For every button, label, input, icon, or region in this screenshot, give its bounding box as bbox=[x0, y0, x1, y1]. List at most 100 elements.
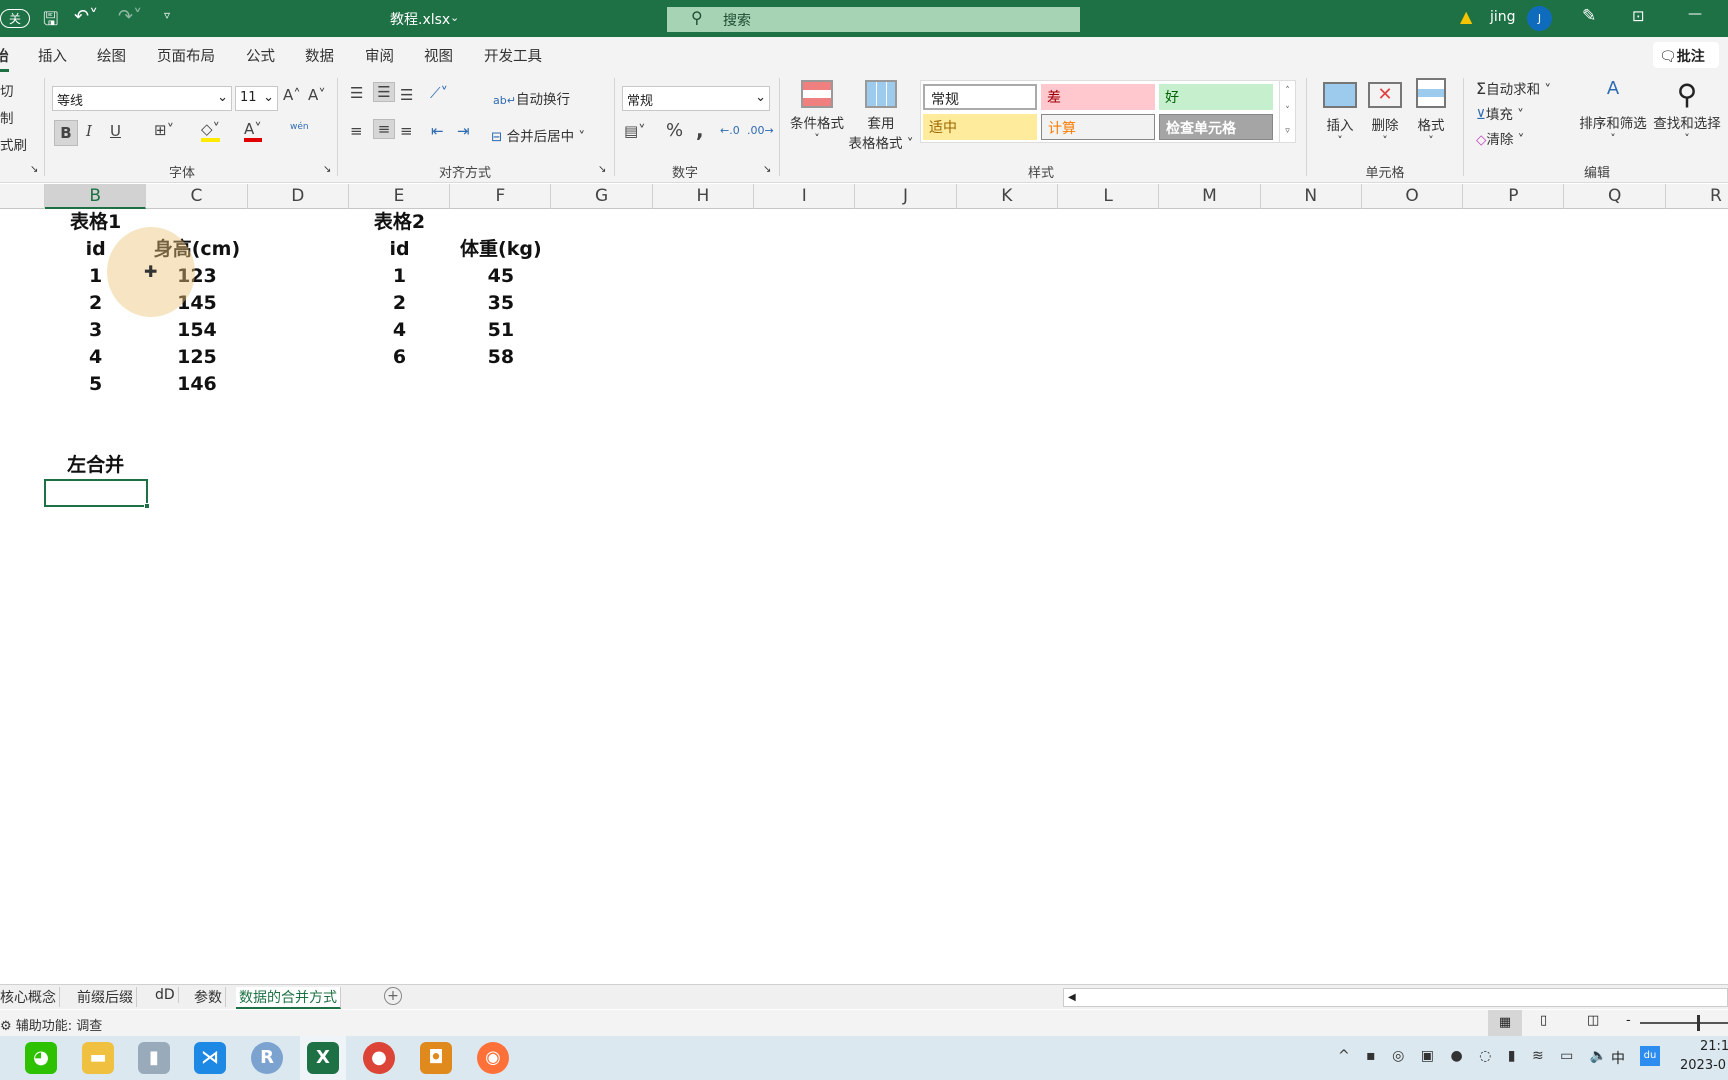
accessibility-status[interactable]: ⚙ 辅助功能: 调查 bbox=[0, 1015, 102, 1034]
cell-f5[interactable]: 51 bbox=[450, 317, 551, 344]
file-name[interactable]: 教程.xlsx bbox=[390, 9, 450, 29]
column-header-a[interactable]: A bbox=[0, 184, 45, 209]
column-header-i[interactable]: I bbox=[754, 184, 856, 209]
zoom-slider[interactable] bbox=[1640, 1015, 1728, 1031]
column-header-r[interactable]: R bbox=[1666, 184, 1728, 209]
orientation-icon[interactable]: ⟋˅ bbox=[430, 84, 448, 102]
cell-f2[interactable]: 体重(kg) bbox=[450, 236, 551, 263]
cell-b7[interactable]: 5 bbox=[45, 371, 146, 398]
phonetic-icon[interactable]: wén bbox=[290, 122, 309, 132]
column-header-e[interactable]: E bbox=[349, 184, 451, 209]
cell-b6[interactable]: 4 bbox=[45, 344, 146, 371]
autosave-toggle[interactable]: 关 bbox=[0, 9, 31, 28]
tab-view[interactable]: 视图 bbox=[424, 45, 453, 66]
column-header-o[interactable]: O bbox=[1362, 184, 1464, 209]
font-color-icon[interactable]: A˅ bbox=[244, 120, 262, 142]
column-header-m[interactable]: M bbox=[1159, 184, 1261, 209]
clock-time[interactable]: 21:1 bbox=[1700, 1039, 1728, 1054]
column-header-h[interactable]: H bbox=[653, 184, 755, 209]
cell-b5[interactable]: 3 bbox=[45, 317, 146, 344]
comments-button[interactable]: 🗨批注 bbox=[1653, 42, 1719, 68]
tab-review[interactable]: 审阅 bbox=[365, 45, 394, 66]
decrease-decimal-icon[interactable]: .00→ bbox=[747, 124, 774, 137]
cell-style-0[interactable]: 常规 bbox=[923, 84, 1037, 110]
zoom-out-icon[interactable]: - bbox=[1626, 1013, 1631, 1028]
page-break-view-icon[interactable]: ◫ bbox=[1587, 1013, 1599, 1028]
cell-style-2[interactable]: 好 bbox=[1159, 84, 1273, 110]
cell-f4[interactable]: 35 bbox=[450, 290, 551, 317]
fill-color-icon[interactable]: ◇˅ bbox=[201, 120, 221, 142]
insert-cells-button[interactable]: 插入 ˅ bbox=[1318, 82, 1362, 147]
cell-style-4[interactable]: 计算 bbox=[1041, 114, 1155, 140]
tab-insert[interactable]: 插入 bbox=[38, 45, 67, 66]
fill-button[interactable]: ⊻填充 ˅ bbox=[1476, 103, 1524, 123]
column-header-l[interactable]: L bbox=[1058, 184, 1160, 209]
ribbon-display-icon[interactable]: ⊡ bbox=[1632, 7, 1645, 25]
vscode-icon[interactable]: ⋊ bbox=[194, 1042, 226, 1074]
dialog-launcher-icon[interactable]: ↘ bbox=[30, 164, 38, 175]
firefox-icon[interactable]: ◉ bbox=[477, 1042, 509, 1074]
cut-button[interactable]: 切 bbox=[0, 80, 14, 100]
column-header-c[interactable]: C bbox=[146, 184, 248, 209]
bold-button[interactable]: B bbox=[54, 120, 78, 146]
avatar[interactable]: J bbox=[1527, 6, 1552, 31]
clear-button[interactable]: ◇清除 ˅ bbox=[1476, 128, 1524, 148]
app-icon[interactable]: ◘ bbox=[420, 1042, 452, 1074]
align-top-icon[interactable]: ☰ bbox=[350, 84, 363, 102]
dialog-launcher-icon[interactable]: ↘ bbox=[598, 164, 606, 175]
accounting-format-icon[interactable]: ▤˅ bbox=[624, 122, 646, 140]
file-explorer-icon[interactable]: ▬ bbox=[82, 1042, 114, 1074]
cell-style-1[interactable]: 差 bbox=[1041, 84, 1155, 110]
wechat-icon[interactable]: ◕ bbox=[25, 1042, 57, 1074]
cell-style-5[interactable]: 检查单元格 bbox=[1159, 114, 1273, 140]
cell-e6[interactable]: 6 bbox=[349, 344, 450, 371]
baidu-icon[interactable]: du bbox=[1640, 1046, 1660, 1066]
column-header-q[interactable]: Q bbox=[1565, 184, 1666, 209]
delete-cells-button[interactable]: ✕ 删除 ˅ bbox=[1363, 82, 1407, 147]
column-header-k[interactable]: K bbox=[957, 184, 1058, 209]
border-icon[interactable]: ⊞˅ bbox=[154, 121, 174, 139]
search-box[interactable]: ⚲ 搜索 bbox=[667, 7, 1080, 32]
format-as-table-button[interactable]: 套用 表格格式 ˅ bbox=[846, 80, 916, 152]
merge-center-button[interactable]: ⊟ 合并后居中 ˅ bbox=[491, 125, 585, 145]
decrease-indent-icon[interactable]: ⇤ bbox=[431, 122, 444, 140]
tab-page-layout[interactable]: 页面布局 bbox=[157, 45, 215, 66]
conditional-formatting-button[interactable]: 条件格式 ˅ bbox=[788, 80, 846, 145]
clock-date[interactable]: 2023-0 bbox=[1680, 1058, 1726, 1073]
column-header-g[interactable]: G bbox=[552, 184, 653, 209]
dialog-launcher-icon[interactable]: ↘ bbox=[323, 164, 331, 175]
sheet-tab[interactable]: dD bbox=[152, 987, 179, 1003]
user-name[interactable]: jing bbox=[1490, 9, 1516, 25]
tab-developer[interactable]: 开发工具 bbox=[484, 45, 542, 66]
scroll-left-icon[interactable]: ◀ bbox=[1064, 992, 1076, 1003]
worksheet-grid[interactable]: 表格1 表格2 id 身高(cm) id 体重(kg) 1 123 1 45 2 145 2 35 3 154… bbox=[0, 209, 1728, 984]
align-left-icon[interactable]: ≡ bbox=[350, 122, 363, 140]
comma-style-icon[interactable]: , bbox=[696, 118, 704, 142]
cell-e5[interactable]: 4 bbox=[349, 317, 450, 344]
tray-icons[interactable]: ^ ▪ ◎ ▣ ● ◌ ▮ ≋ ▭ 🔈 bbox=[1338, 1048, 1613, 1064]
underline-button[interactable]: U bbox=[110, 122, 121, 140]
align-middle-icon[interactable]: ☰ bbox=[373, 82, 395, 102]
ime-indicator[interactable]: 中 bbox=[1611, 1048, 1625, 1068]
cell-e1[interactable]: 表格2 bbox=[349, 209, 450, 236]
copy-button[interactable]: 制 bbox=[0, 107, 14, 127]
cell-e2[interactable]: id bbox=[349, 236, 450, 263]
customize-toolbar-icon[interactable]: ▿ bbox=[164, 8, 170, 22]
column-header-f[interactable]: F bbox=[450, 184, 552, 209]
tab-home[interactable]: 始 bbox=[0, 45, 9, 72]
normal-view-icon[interactable]: ▦ bbox=[1488, 1010, 1522, 1036]
tab-formulas[interactable]: 公式 bbox=[246, 45, 275, 66]
increase-decimal-icon[interactable]: ←.0 bbox=[720, 124, 740, 137]
wrap-text-button[interactable]: ab↵自动换行 bbox=[493, 88, 570, 108]
add-sheet-icon[interactable]: + bbox=[384, 987, 402, 1005]
align-center-icon[interactable]: ≡ bbox=[373, 119, 395, 139]
sort-filter-button[interactable]: A 排序和筛选 ˅ bbox=[1576, 78, 1650, 145]
find-select-button[interactable]: ⚲ 查找和选择 ˅ bbox=[1650, 78, 1724, 145]
format-painter-button[interactable]: 式刷 bbox=[0, 134, 27, 154]
cell-f3[interactable]: 45 bbox=[450, 263, 551, 290]
save-icon[interactable]: 🖫 bbox=[43, 7, 58, 37]
number-format-select[interactable]: 常规 ⌄ bbox=[622, 86, 770, 111]
chevron-down-icon[interactable]: ⌄ bbox=[450, 11, 459, 24]
column-header-n[interactable]: N bbox=[1261, 184, 1362, 209]
gallery-scroll-buttons[interactable]: ˄ ˅ ▿ bbox=[1279, 81, 1295, 142]
